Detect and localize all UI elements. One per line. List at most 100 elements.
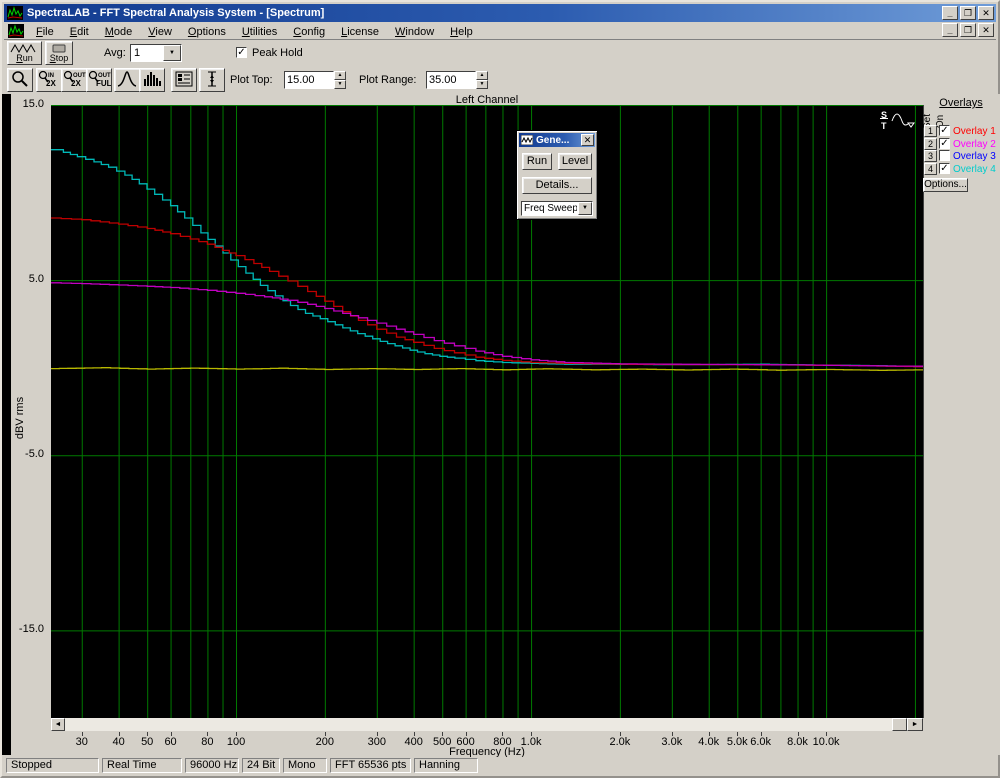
peak-hold-checkbox[interactable]: ✓ [236,47,247,58]
chevron-down-icon[interactable]: ▼ [578,202,592,215]
generator-dialog[interactable]: Gene... ✕ Run Level Details... Freq Swee… [516,130,598,220]
svg-text:2X: 2X [46,79,56,88]
menu-config[interactable]: Config [285,25,333,39]
menu-options[interactable]: Options [180,25,234,39]
plot-top-input[interactable] [284,71,334,89]
series-live-spectrum-yellow [51,368,923,371]
status-bar: StoppedReal Time96000 Hz24 BitMonoFFT 65… [4,757,996,774]
status-96000-hz: 96000 Hz [185,758,239,773]
scroll-right-icon[interactable]: ► [907,718,923,731]
magnifier-button[interactable] [7,68,33,92]
overlay-on-checkbox-4[interactable]: ✓ [939,163,950,174]
restore-button[interactable]: ❐ [960,6,976,20]
stop-button[interactable]: Stop [45,41,73,65]
menu-license[interactable]: License [333,25,387,39]
peak-curve-button[interactable] [114,68,140,92]
display-list-button[interactable] [171,68,197,92]
overlay-set-button-1[interactable]: 1 [924,125,937,137]
generator-title-bar[interactable]: Gene... ✕ [519,133,595,147]
status-24-bit: 24 Bit [242,758,280,773]
series-overlay-2-magenta [51,283,923,367]
window-title: SpectraLAB - FFT Spectral Analysis Syste… [27,7,324,19]
overlays-title: Overlays [922,97,1000,109]
plot-top-label: Plot Top: [230,74,273,86]
y-tick-15.0: 15.0 [4,98,44,110]
series-overlay-1-red [51,218,923,367]
child-restore-button[interactable]: ❐ [960,23,976,37]
overlay-set-button-4[interactable]: 4 [924,163,937,175]
spin-down-icon[interactable]: ▼ [476,80,488,89]
child-minimize-button[interactable]: _ [942,23,958,37]
peak-curve-icon [116,69,138,89]
status-hanning: Hanning [414,758,478,773]
overlay-label-2: Overlay 2 [953,139,996,150]
overlay-set-button-3[interactable]: 3 [924,150,937,162]
menu-bar: FileEditModeViewOptionsUtilitiesConfigLi… [4,22,996,40]
generator-details-button[interactable]: Details... [522,177,592,194]
overlay-on-checkbox-3[interactable] [939,150,950,161]
spectrum-view: Left Channel 15.05.0-5.0-15.0 dBV rms S … [4,94,1000,755]
plot-horizontal-scrollbar[interactable]: ◄ ► [51,718,923,731]
spin-down-icon[interactable]: ▼ [334,80,346,89]
generator-run-button[interactable]: Run [522,153,552,170]
overlay-on-checkbox-2[interactable]: ✓ [939,138,950,149]
transport-toolbar: Run Stop Avg: 1 ▼ ✓ Peak Hold [4,40,996,66]
series-overlay-4-cyan [51,150,923,367]
menu-file[interactable]: File [28,25,62,39]
menu-window[interactable]: Window [387,25,442,39]
stop-button-label: Stop [46,54,72,63]
bar-graph-icon [141,69,163,89]
zoom-out-2x-button[interactable]: OUT2X [61,68,87,92]
app-icon [7,6,23,20]
chevron-down-icon[interactable]: ▼ [163,45,181,61]
scroll-left-icon[interactable]: ◄ [51,718,65,731]
y-tick--5.0: -5.0 [4,448,44,460]
y-axis-label: dBV rms [14,386,26,450]
avg-dropdown[interactable]: 1 ▼ [130,44,182,62]
bar-graph-button[interactable] [139,68,165,92]
generator-close-icon[interactable]: ✕ [581,134,594,146]
avg-label: Avg: [104,47,126,59]
spectrum-document-icon[interactable] [8,24,24,38]
plot-range-spinner[interactable]: ▲▼ [476,71,488,89]
plot-range-input[interactable] [426,71,476,89]
y-tick-5.0: 5.0 [4,273,44,285]
run-button-label: Run [8,54,41,63]
overlay-on-checkbox-1[interactable]: ✓ [939,125,950,136]
generator-level-button[interactable]: Level [558,153,592,170]
overlay-label-1: Overlay 1 [953,126,996,137]
avg-value: 1 [134,47,140,59]
menu-utilities[interactable]: Utilities [234,25,285,39]
app-window: SpectraLAB - FFT Spectral Analysis Syste… [0,0,1000,778]
overlay-options-button[interactable]: Options... [923,178,968,192]
status-mono: Mono [283,758,327,773]
overlay-label-3: Overlay 3 [953,151,996,162]
display-list-icon [173,69,195,89]
y-tick--15.0: -15.0 [4,623,44,635]
minimize-button[interactable]: _ [942,6,958,20]
overlay-set-button-2[interactable]: 2 [924,138,937,150]
generator-signal-dropdown[interactable]: Freq Sweep ▼ [521,201,593,216]
menu-mode[interactable]: Mode [97,25,141,39]
run-button[interactable]: Run [7,41,42,65]
svg-text:2X: 2X [71,79,81,88]
spin-up-icon[interactable]: ▲ [476,71,488,80]
child-close-button[interactable]: ✕ [978,23,994,37]
menu-help[interactable]: Help [442,25,481,39]
spin-up-icon[interactable]: ▲ [334,71,346,80]
overlays-panel: Overlays Set On 1✓Overlay 12✓Overlay 23O… [922,94,1000,294]
marker-button[interactable] [199,68,225,92]
title-bar[interactable]: SpectraLAB - FFT Spectral Analysis Syste… [4,4,996,22]
zoom-in-2x-button[interactable]: IN2X [36,68,62,92]
scrollbar-thumb[interactable] [892,718,907,731]
svg-text:FULL: FULL [96,79,111,88]
zoom-out-2x-icon: OUT2X [62,69,86,89]
plot-top-spinner[interactable]: ▲▼ [334,71,346,89]
status-stopped: Stopped [6,758,99,773]
svg-text:T: T [881,121,887,131]
zoom-out-full-button[interactable]: OUTFULL [86,68,112,92]
menu-edit[interactable]: Edit [62,25,97,39]
spectrum-plot[interactable]: S T [51,105,924,718]
menu-view[interactable]: View [140,25,180,39]
close-button[interactable]: ✕ [978,6,994,20]
